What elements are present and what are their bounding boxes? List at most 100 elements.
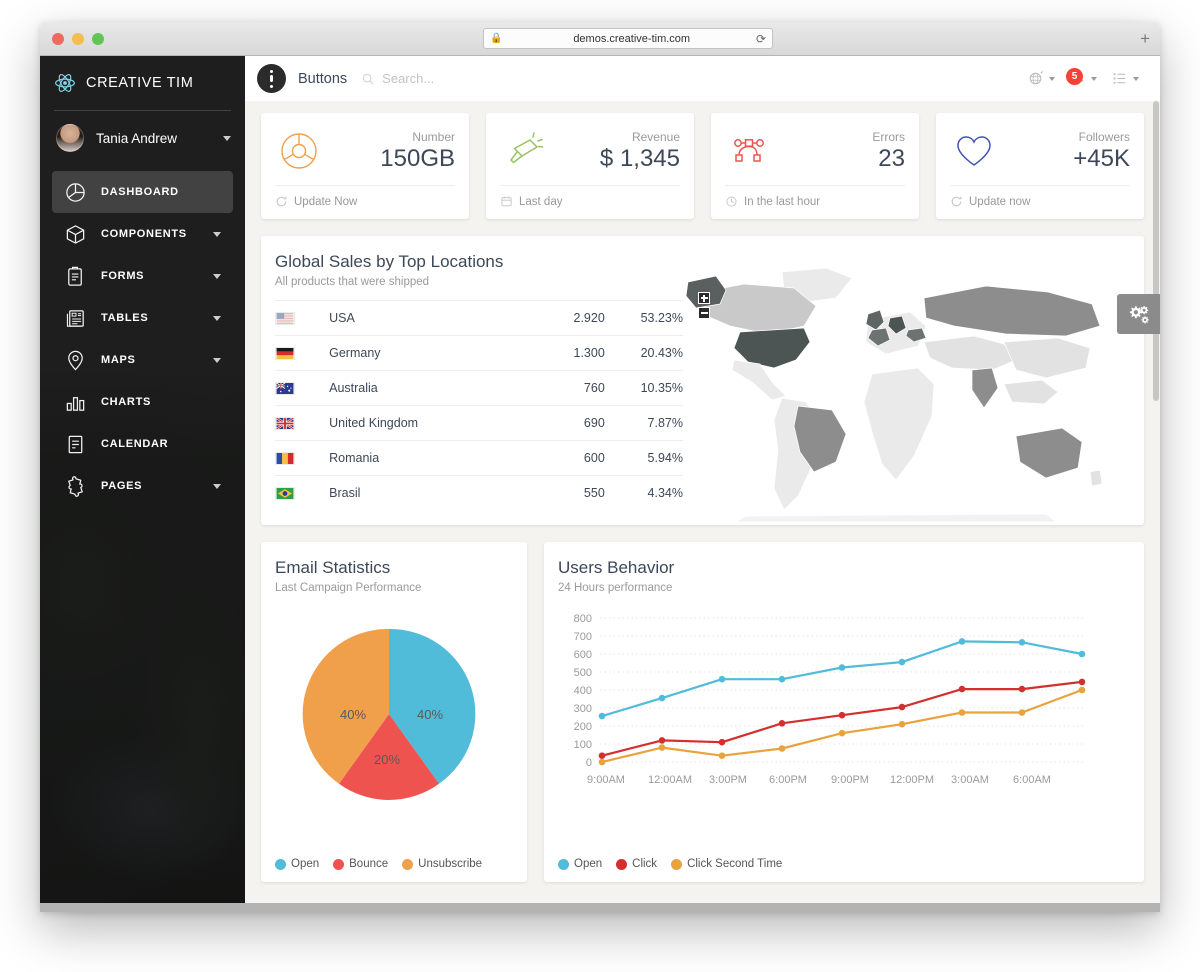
table-row[interactable]: Germany 1.300 20.43% (275, 335, 683, 371)
svg-text:600: 600 (574, 649, 592, 661)
country-count: 600 (509, 440, 605, 476)
page-scrollbar[interactable] (1152, 101, 1160, 912)
maximize-window-button[interactable] (92, 33, 104, 45)
y-axis-labels: 800 700 600 500 400 300 200 100 0 (574, 613, 592, 769)
legend-label: Click (632, 858, 658, 870)
card-subtitle: 24 Hours performance (558, 582, 673, 594)
flag-romania (275, 451, 295, 465)
sidebar-item-calendar[interactable]: CALENDAR (52, 423, 233, 465)
table-row[interactable]: Australia 760 10.35% (275, 370, 683, 406)
card-title: Email Statistics (275, 558, 391, 577)
clock-icon (726, 196, 737, 207)
stat-footer[interactable]: Update now (936, 186, 1144, 219)
sidebar-item-charts[interactable]: CHARTS (52, 381, 233, 423)
country-name: Romania (329, 440, 510, 476)
stat-footer[interactable]: Last day (486, 186, 694, 219)
sidebar-item-label: MAPS (101, 354, 136, 366)
svg-text:500: 500 (574, 667, 592, 679)
sidebar-nav: DASHBOARD COMPONENTS FORMS TABLES MAPS C… (40, 171, 245, 507)
page-viewport: CREATIVE TIM Tania Andrew DASHBOARD COMP… (40, 56, 1160, 912)
country-percent: 10.35% (604, 370, 683, 406)
close-window-button[interactable] (52, 33, 64, 45)
stat-label: Number (412, 129, 455, 144)
sidebar-item-dashboard[interactable]: DASHBOARD (52, 171, 233, 213)
sidebar-item-label: FORMS (101, 270, 145, 282)
svg-text:700: 700 (574, 631, 592, 643)
stat-footer-label: Last day (519, 195, 563, 208)
sidebar-item-components[interactable]: COMPONENTS (52, 213, 233, 255)
donut-icon (281, 133, 317, 169)
chevron-down-icon[interactable] (1049, 76, 1055, 81)
minimize-window-button[interactable] (72, 33, 84, 45)
flag-cell (275, 440, 330, 476)
chevron-down-icon[interactable] (1091, 76, 1097, 81)
table-row[interactable]: Brasil 550 4.34% (275, 475, 683, 510)
stat-card-number[interactable]: Number 150GB Update Now (261, 113, 469, 219)
notification-badge: 5 (1066, 68, 1083, 85)
brand[interactable]: CREATIVE TIM (40, 60, 245, 106)
sidebar-item-label: DASHBOARD (101, 186, 179, 198)
user-menu[interactable]: Tania Andrew (40, 111, 245, 165)
chevron-down-icon[interactable] (213, 273, 221, 279)
flag-cell (275, 475, 330, 510)
sidebar: CREATIVE TIM Tania Andrew DASHBOARD COMP… (40, 56, 245, 912)
address-bar[interactable]: 🔒 demos.creative-tim.com ⟳ (483, 28, 773, 49)
chevron-down-icon[interactable] (213, 315, 221, 321)
horizontal-scrollbar[interactable] (40, 903, 1160, 912)
reload-icon[interactable]: ⟳ (756, 33, 766, 45)
behavior-chart-legend: Open Click Click Second Time (558, 858, 782, 870)
chevron-down-icon[interactable] (213, 483, 221, 489)
avatar (56, 124, 84, 152)
address-bar-url: demos.creative-tim.com (573, 32, 691, 45)
users-behavior-card: Users Behavior 24 Hours performance 800 … (544, 542, 1144, 882)
world-map[interactable] (686, 264, 1116, 524)
map-zoom-in-button[interactable] (698, 292, 710, 304)
dashboard-globe-button[interactable] (1022, 66, 1060, 91)
chevron-down-icon[interactable] (223, 135, 231, 141)
flag-brazil (275, 486, 295, 500)
legend-item[interactable]: Click (616, 858, 657, 870)
list-menu-button[interactable] (1106, 66, 1144, 91)
sidebar-item-forms[interactable]: FORMS (52, 255, 233, 297)
flag-cell (275, 405, 330, 441)
legend-item[interactable]: Unsubscribe (402, 858, 482, 870)
pie-chart-icon (66, 182, 85, 202)
stat-card-revenue[interactable]: Revenue $ 1,345 Last day (486, 113, 694, 219)
stat-label: Errors (872, 129, 905, 144)
search-box[interactable] (361, 71, 543, 86)
stat-card-errors[interactable]: Errors 23 In the last hour (711, 113, 919, 219)
sidebar-item-pages[interactable]: PAGES (52, 465, 233, 507)
table-row[interactable]: USA 2.920 53.23% (275, 300, 683, 336)
table-row[interactable]: United Kingdom 690 7.87% (275, 405, 683, 441)
chevron-down-icon[interactable] (213, 357, 221, 363)
stat-footer[interactable]: In the last hour (711, 186, 919, 219)
stat-footer[interactable]: Update Now (261, 186, 469, 219)
world-map-panel[interactable] (686, 236, 1144, 525)
chevron-down-icon[interactable] (213, 231, 221, 237)
pie-label-bounce: 20% (374, 752, 400, 767)
legend-item[interactable]: Click Second Time (671, 858, 782, 870)
flag-australia (275, 381, 295, 395)
search-input[interactable] (382, 71, 543, 86)
legend-label: Unsubscribe (418, 858, 483, 870)
chevron-down-icon[interactable] (1133, 76, 1139, 81)
notifications-button[interactable]: 5 (1064, 66, 1102, 91)
settings-fab-button[interactable] (1117, 294, 1160, 334)
stat-footer-label: In the last hour (744, 195, 821, 208)
legend-item[interactable]: Open (558, 858, 602, 870)
country-percent: 53.23% (604, 300, 683, 336)
email-pie-chart[interactable]: 40% 40% 20% (267, 594, 512, 829)
kebab-menu-icon[interactable] (257, 64, 286, 93)
sidebar-item-tables[interactable]: TABLES (52, 297, 233, 339)
sidebar-item-label: PAGES (101, 480, 143, 492)
legend-item[interactable]: Bounce (333, 858, 388, 870)
users-behavior-line-chart[interactable]: 800 700 600 500 400 300 200 100 0 9:00AM… (548, 594, 1093, 824)
lock-icon: 🔒 (490, 32, 503, 44)
table-row[interactable]: Romania 600 5.94% (275, 440, 683, 476)
page-scrollbar-thumb[interactable] (1153, 101, 1159, 401)
new-tab-button[interactable]: + (1140, 30, 1150, 47)
sidebar-item-maps[interactable]: MAPS (52, 339, 233, 381)
legend-item[interactable]: Open (275, 858, 319, 870)
stat-card-followers[interactable]: Followers +45K Update now (936, 113, 1144, 219)
map-zoom-out-button[interactable] (698, 307, 710, 319)
